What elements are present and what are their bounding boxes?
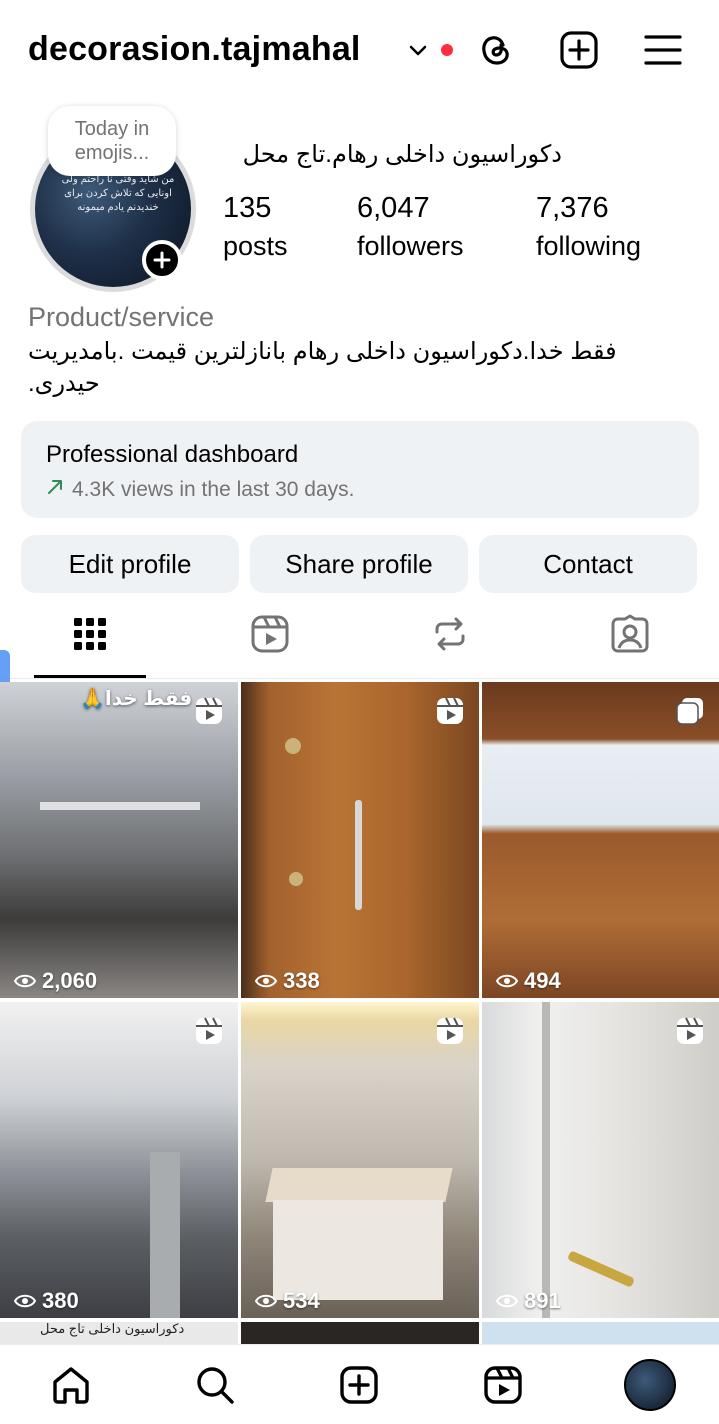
eye-icon [255,974,277,988]
eye-icon [496,974,518,988]
search-icon[interactable] [191,1361,239,1409]
tab-reposts[interactable] [394,606,506,666]
view-count-text: 534 [283,1288,320,1313]
grid-post-1[interactable]: فقط خدا🙏 2,060 [0,682,238,998]
view-count: 534 [255,1288,320,1314]
dashboard-title: Professional dashboard [46,441,299,468]
trend-up-icon [46,478,64,502]
home-icon[interactable] [47,1361,95,1409]
eye-icon [14,1294,36,1308]
door-lock-lower [289,872,303,886]
kitchen-island [265,1168,453,1202]
reel-badge-icon [437,1017,463,1044]
tab-divider [0,678,719,679]
carousel-badge-icon [676,698,703,725]
note-bubble[interactable]: Today in emojis... [48,106,176,176]
eye-icon [496,1294,518,1308]
profile-bio: فقط خدا.دکوراسیون داخلی رهام بانازلترین … [28,338,617,397]
profile-avatar-icon [624,1359,676,1411]
following-label: following [536,231,642,261]
tab-tagged[interactable] [574,606,686,666]
contact-button[interactable]: Contact [479,535,697,593]
followers-stat[interactable]: 6,047 followers [357,192,464,262]
view-count-text: 494 [524,968,561,993]
tab-reels[interactable] [214,606,326,666]
view-count-text: 380 [42,1288,79,1313]
eye-icon [14,974,36,988]
column [150,1152,180,1318]
posts-count: 135 [223,192,272,224]
tab-grid[interactable] [34,606,146,666]
edit-profile-button[interactable]: Edit profile [21,535,239,593]
view-count: 494 [496,968,561,994]
ceiling-light [40,802,200,810]
view-count-text: 338 [283,968,320,993]
profile-avatar-tab[interactable] [622,1357,678,1413]
door-lock [285,738,301,754]
profile-category: Product/service [28,302,215,332]
professional-dashboard[interactable]: Professional dashboard 4.3K views in the… [21,421,699,518]
reel-badge-icon [677,1017,703,1044]
dashboard-subtitle: 4.3K views in the last 30 days. [46,478,355,502]
followers-label: followers [357,231,464,261]
grid-post-8[interactable] [241,1322,479,1344]
door-handle [355,800,362,910]
post-caption: دکوراسیون داخلی تاج محل [40,1322,185,1336]
reel-badge-icon [196,697,222,724]
eye-icon [255,1294,277,1308]
reels-icon[interactable] [479,1361,527,1409]
share-profile-button[interactable]: Share profile [250,535,468,593]
reposts-icon [431,615,469,658]
door-frame [542,1002,550,1318]
following-count: 7,376 [536,192,609,224]
grid-post-9[interactable] [482,1322,719,1344]
reels-icon [250,614,290,659]
bottom-navigation [0,1344,719,1424]
reel-badge-icon [437,697,463,724]
view-count: 380 [14,1288,79,1314]
view-count-text: 2,060 [42,968,98,993]
grid-post-3[interactable]: 494 [482,682,719,998]
display-name: دکوراسیون داخلی رهام.تاج محل [242,141,562,168]
reel-badge-icon [196,1017,222,1044]
followers-count: 6,047 [357,192,430,224]
grid-post-4[interactable]: 380 [0,1002,238,1318]
avatar-caption: من شاید وقتی نا راحتم ولی اونایی که تلاش… [61,174,175,213]
threads-icon[interactable] [474,28,518,72]
grid-post-5[interactable]: 534 [241,1002,479,1318]
grid-post-2[interactable]: 338 [241,682,479,998]
post-caption: فقط خدا🙏 [80,688,193,710]
add-story-button[interactable] [142,240,182,280]
grid-icon [73,617,107,656]
view-count: 338 [255,968,320,994]
following-stat[interactable]: 7,376 following [536,192,641,262]
posts-stat[interactable]: 135 posts [223,192,288,262]
profile-header: decorasion.tajmahal [0,0,719,100]
island-body [273,1200,443,1300]
door-handle [566,1250,636,1288]
create-post-icon[interactable] [557,28,601,72]
menu-icon[interactable] [641,28,685,72]
grid-post-6[interactable]: 891 [482,1002,719,1318]
dashboard-views-text: 4.3K views in the last 30 days. [72,478,355,501]
create-icon[interactable] [335,1361,383,1409]
view-count: 2,060 [14,968,97,994]
view-count-text: 891 [524,1288,561,1313]
chevron-down-icon[interactable] [406,38,430,62]
view-count: 891 [496,1288,561,1314]
posts-label: posts [223,231,288,261]
notification-dot [441,44,453,56]
username[interactable]: decorasion.tajmahal [28,30,361,69]
grid-post-7[interactable]: دکوراسیون داخلی تاج محل [0,1322,238,1344]
tagged-icon [610,614,650,659]
